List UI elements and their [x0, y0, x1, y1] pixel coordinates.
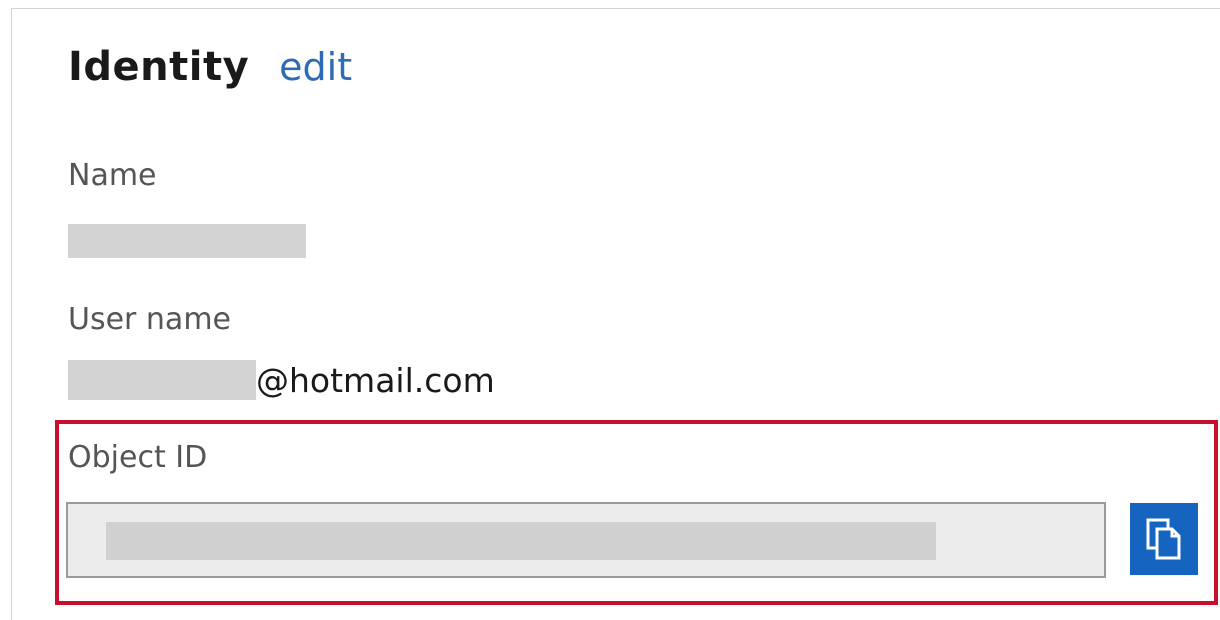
top-divider — [12, 8, 1220, 9]
copy-button[interactable] — [1130, 503, 1198, 575]
left-divider — [11, 8, 12, 620]
object-id-redaction — [106, 522, 936, 560]
object-id-field[interactable] — [66, 502, 1106, 578]
username-redaction — [68, 360, 256, 400]
username-label: User name — [68, 302, 231, 337]
name-redaction — [68, 224, 306, 258]
object-id-label: Object ID — [68, 440, 208, 475]
copy-icon — [1146, 518, 1181, 560]
identity-header: Identity edit — [68, 44, 352, 90]
name-label: Name — [68, 158, 157, 193]
username-value: @hotmail.com — [68, 360, 495, 400]
edit-link[interactable]: edit — [279, 45, 352, 89]
section-title: Identity — [68, 44, 250, 90]
name-value — [68, 224, 306, 258]
username-domain: @hotmail.com — [256, 360, 495, 400]
identity-panel: Identity edit Name User name @hotmail.co… — [0, 0, 1220, 620]
